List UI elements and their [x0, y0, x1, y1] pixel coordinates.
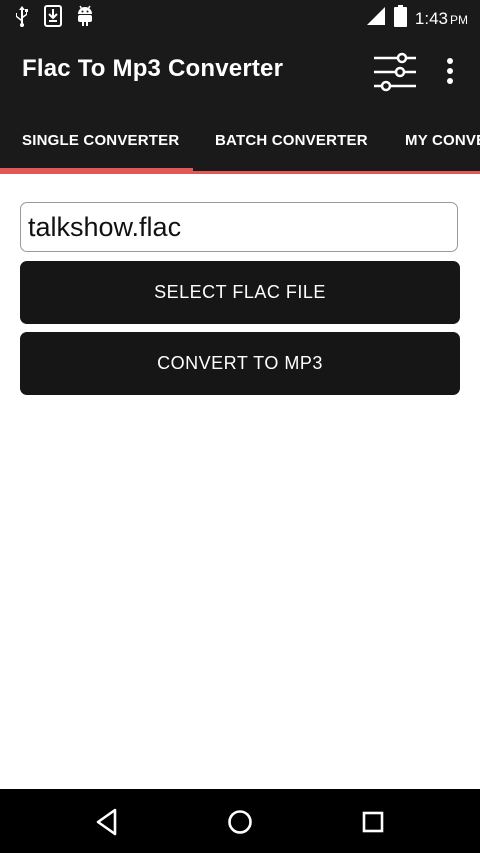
- tab-batch-converter[interactable]: BATCH CONVERTER: [215, 110, 368, 174]
- android-icon: [76, 5, 94, 32]
- tab-bar-underline: [193, 171, 480, 174]
- app-bar: Flac To Mp3 Converter: [0, 34, 480, 110]
- settings-sliders-icon[interactable]: [372, 49, 418, 95]
- tab-selected-indicator: [0, 168, 193, 174]
- clock-ampm: PM: [450, 12, 468, 27]
- recents-icon[interactable]: [356, 805, 390, 839]
- convert-to-mp3-button[interactable]: CONVERT TO MP3: [20, 332, 460, 395]
- back-icon[interactable]: [90, 805, 124, 839]
- signal-icon: [366, 6, 386, 31]
- battery-icon: [393, 5, 407, 32]
- tab-single-converter[interactable]: SINGLE CONVERTER: [22, 110, 179, 174]
- status-left-icons: [14, 5, 94, 32]
- clock-time: 1:43: [414, 8, 448, 28]
- tab-my-conversions[interactable]: MY CONVERSIONS: [405, 110, 480, 174]
- file-name-field[interactable]: [20, 202, 458, 252]
- status-bar: 1:43 PM: [0, 0, 480, 34]
- navigation-bar: [0, 789, 480, 853]
- usb-icon: [14, 5, 30, 32]
- app-title: Flac To Mp3 Converter: [22, 55, 284, 82]
- more-vert-icon[interactable]: [438, 54, 462, 90]
- status-right-icons: 1:43 PM: [366, 5, 468, 32]
- home-icon[interactable]: [223, 805, 257, 839]
- tab-bar: SINGLE CONVERTER BATCH CONVERTER MY CONV…: [0, 110, 480, 174]
- download-icon: [44, 5, 62, 32]
- clock: 1:43 PM: [415, 9, 468, 29]
- select-flac-file-button[interactable]: SELECT FLAC FILE: [20, 261, 460, 324]
